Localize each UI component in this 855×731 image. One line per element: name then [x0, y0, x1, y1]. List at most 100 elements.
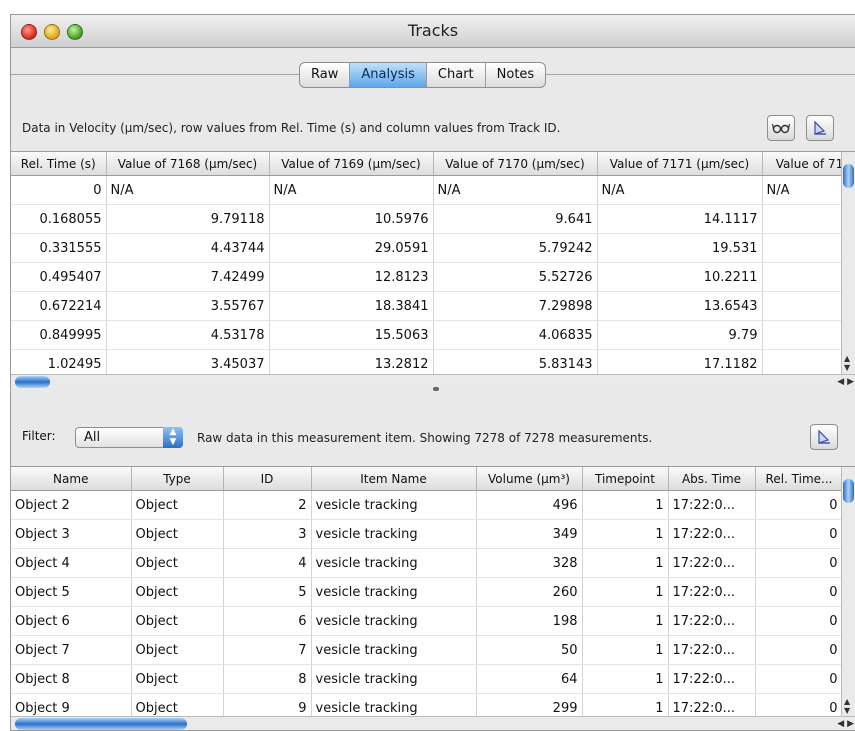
raw-cell: vesicle tracking: [311, 490, 477, 520]
analysis-cell: 10.2211: [597, 262, 763, 292]
raw-column-header[interactable]: Abs. Time: [668, 467, 756, 491]
analysis-cell: 0: [11, 175, 107, 205]
raw-header-row: Name Type ID Item Name Volume (µm³) Timepoint…: [11, 467, 844, 491]
raw-cell: Object 7: [11, 635, 132, 665]
tab-chart[interactable]: Chart: [427, 63, 486, 87]
table-row[interactable]: 0.168055 9.79118 10.5976 9.641 14.1117: [11, 204, 855, 234]
raw-column-header[interactable]: Item Name: [311, 467, 477, 491]
table-row[interactable]: Object 4 Object 4 vesicle tracking 328 1 17:22…: [11, 548, 845, 578]
raw-info: Raw data in this measurement item. Showi…: [197, 431, 653, 445]
analysis-cell: 15.5063: [269, 320, 434, 350]
raw-cell: Object: [131, 693, 224, 717]
raw-cell: 1: [582, 606, 669, 636]
table-row[interactable]: Object 8 Object 8 vesicle tracking 64 1 17:22:…: [11, 664, 845, 694]
table-row[interactable]: Object 7 Object 7 vesicle tracking 50 1 17:22:…: [11, 635, 845, 665]
raw-cell: vesicle tracking: [311, 548, 477, 578]
export-analysis-button[interactable]: [806, 115, 834, 141]
table-row[interactable]: 1.02495 3.45037 13.2812 5.83143 17.1182: [11, 349, 855, 374]
analysis-cell: 0.331555: [11, 233, 107, 263]
hscroll-arrows-icon[interactable]: ◀ ▶: [837, 375, 854, 389]
scroll-arrows-icon[interactable]: ▲ ▼: [844, 354, 850, 372]
table-row[interactable]: 0.495407 7.42499 12.8123 5.52726 10.2211: [11, 262, 855, 292]
analysis-info: Data in Velocity (µm/sec), row values fr…: [22, 121, 561, 135]
raw-cell: Object 8: [11, 664, 132, 694]
raw-vscroll[interactable]: ▲ ▼: [841, 467, 855, 717]
export-icon: [818, 429, 830, 444]
scroll-arrows-icon[interactable]: ▲ ▼: [844, 697, 850, 715]
raw-cell: vesicle tracking: [311, 606, 477, 636]
analysis-hscroll-thumb[interactable]: [15, 376, 50, 388]
table-row[interactable]: 0 N/A N/A N/A N/A N/A: [11, 175, 855, 205]
tracks-window: Tracks Raw Analysis Chart Notes Data in …: [10, 14, 855, 731]
raw-cell: vesicle tracking: [311, 519, 477, 549]
analysis-cell: 18.3841: [269, 291, 434, 321]
analysis-column-header[interactable]: Value of 7171 (µm/sec): [597, 152, 763, 176]
table-row[interactable]: 0.331555 4.43744 29.0591 5.79242 19.531: [11, 233, 855, 263]
analysis-column-header[interactable]: Value of 7170 (µm/sec): [433, 152, 598, 176]
raw-column-header[interactable]: Rel. Time...: [755, 467, 844, 491]
analysis-cell: 0.495407: [11, 262, 107, 292]
analysis-cell: 9.641: [433, 204, 598, 234]
raw-column-header[interactable]: Volume (µm³): [476, 467, 583, 491]
raw-cell: 6: [223, 606, 312, 636]
raw-cell: 17:22:0...: [668, 664, 756, 694]
export-icon: [814, 120, 826, 135]
raw-cell: 0: [755, 548, 845, 578]
analysis-column-header[interactable]: Value of 7168 (µm/sec): [106, 152, 270, 176]
analysis-vscroll-thumb[interactable]: [843, 164, 854, 188]
raw-cell: 0: [755, 693, 845, 717]
analysis-cell: 4.53178: [106, 320, 270, 350]
analysis-cell: 13.6543: [597, 291, 763, 321]
raw-cell: 64: [476, 664, 583, 694]
window-title: Tracks: [407, 21, 459, 40]
tab-raw[interactable]: Raw: [300, 63, 351, 87]
analysis-cell: 3.55767: [106, 291, 270, 321]
raw-column-header[interactable]: Timepoint: [582, 467, 669, 491]
title-bar[interactable]: Tracks: [11, 15, 855, 48]
raw-vscroll-thumb[interactable]: [843, 479, 854, 503]
table-row[interactable]: Object 3 Object 3 vesicle tracking 349 1 17:22…: [11, 519, 845, 549]
table-row[interactable]: Object 9 Object 9 vesicle tracking 299 1 17:22…: [11, 693, 845, 717]
raw-hscroll[interactable]: ◀ ▶: [11, 716, 855, 730]
table-row[interactable]: Object 6 Object 6 vesicle tracking 198 1 17:22…: [11, 606, 845, 636]
raw-cell: vesicle tracking: [311, 664, 477, 694]
analysis-column-header[interactable]: Rel. Time (s): [11, 152, 107, 176]
raw-column-header[interactable]: Type: [131, 467, 224, 491]
raw-cell: Object: [131, 519, 224, 549]
hscroll-arrows-icon[interactable]: ◀ ▶: [837, 717, 854, 730]
raw-hscroll-thumb[interactable]: [15, 718, 187, 730]
raw-cell: 17:22:0...: [668, 519, 756, 549]
raw-cell: vesicle tracking: [311, 635, 477, 665]
split-view-handle[interactable]: [433, 387, 439, 391]
tab-notes[interactable]: Notes: [486, 63, 546, 87]
raw-body: Object 2 Object 2 vesicle tracking 496 1 17:22…: [11, 490, 845, 717]
raw-column-header[interactable]: Name: [11, 467, 132, 491]
raw-cell: 4: [223, 548, 312, 578]
tab-analysis[interactable]: Analysis: [350, 63, 427, 87]
glasses-button[interactable]: [767, 115, 795, 141]
raw-cell: Object: [131, 577, 224, 607]
analysis-cell: 1.02495: [11, 349, 107, 374]
table-row[interactable]: Object 2 Object 2 vesicle tracking 496 1 17:22…: [11, 490, 845, 520]
raw-cell: 17:22:0...: [668, 548, 756, 578]
raw-column-header[interactable]: ID: [223, 467, 312, 491]
filter-select[interactable]: All ▲ ▼: [75, 427, 183, 448]
analysis-column-header[interactable]: Value of 7169 (µm/sec): [269, 152, 434, 176]
analysis-cell: 7.29898: [433, 291, 598, 321]
raw-cell: 496: [476, 490, 583, 520]
analysis-vscroll[interactable]: ▲ ▼: [841, 152, 855, 374]
raw-cell: Object: [131, 664, 224, 694]
raw-cell: Object 4: [11, 548, 132, 578]
raw-cell: 5: [223, 577, 312, 607]
table-row[interactable]: 0.672214 3.55767 18.3841 7.29898 13.6543: [11, 291, 855, 321]
raw-cell: Object 5: [11, 577, 132, 607]
analysis-cell: 3.45037: [106, 349, 270, 374]
raw-cell: 3: [223, 519, 312, 549]
analysis-cell: N/A: [269, 175, 434, 205]
raw-cell: 198: [476, 606, 583, 636]
raw-cell: Object 3: [11, 519, 132, 549]
table-row[interactable]: 0.849995 4.53178 15.5063 4.06835 9.79: [11, 320, 855, 350]
table-row[interactable]: Object 5 Object 5 vesicle tracking 260 1 17:22…: [11, 577, 845, 607]
analysis-cell: 10.5976: [269, 204, 434, 234]
export-raw-button[interactable]: [810, 424, 838, 450]
